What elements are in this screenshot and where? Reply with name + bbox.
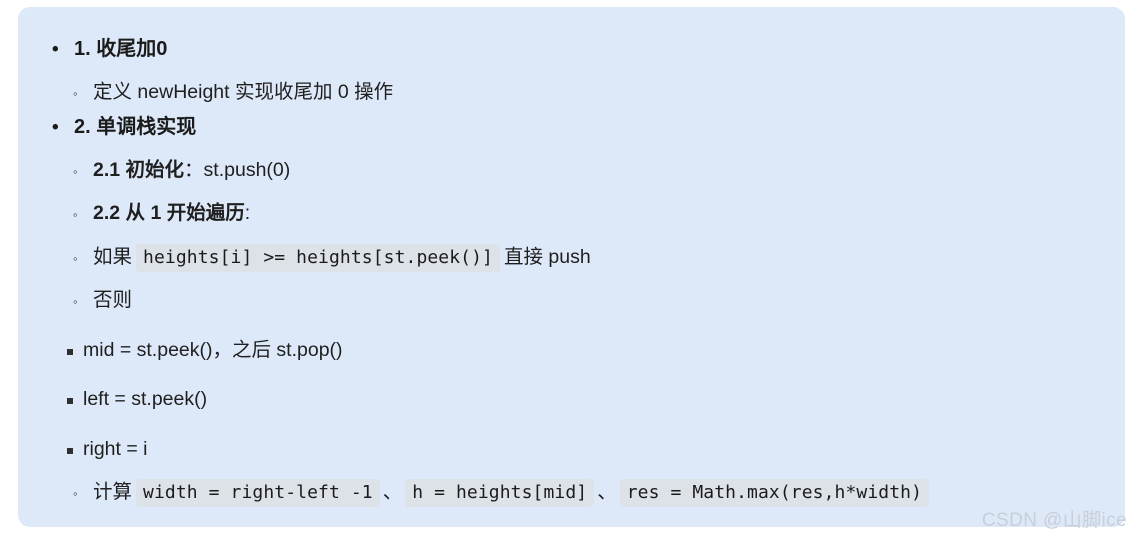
outline-step-2-2: ◦ 2.2 从 1 开始遍历: <box>73 202 1125 224</box>
outline-else-child-1: mid = st.peek()，之后 st.pop() <box>65 338 1125 361</box>
outline-item-1-sub-1-text: 定义 newHeight 实现收尾加 0 操作 <box>93 81 394 103</box>
outline-step-else: ◦ 否则 <box>73 289 1125 311</box>
outline-else-child-3-text: right = i <box>83 437 148 460</box>
outline-else-child-2: left = st.peek() <box>65 388 1125 410</box>
outline-item-1: • 1. 收尾加0 <box>52 38 1125 60</box>
circle-bullet-icon: ◦ <box>73 207 78 222</box>
outline-else-child-1-text: mid = st.peek()，之后 st.pop() <box>83 338 343 361</box>
square-bullet-icon <box>67 398 73 404</box>
circle-bullet-icon: ◦ <box>73 486 78 501</box>
code-chip-result: res = Math.max(res,h*width) <box>619 479 930 507</box>
outline-step-if: ◦ 如果 heights[i] >= heights[st.peek()] 直接 p… <box>73 243 1125 272</box>
code-chip-height: h = heights[mid] <box>405 479 595 507</box>
outline-step-2-1-label: 2.1 初始化 <box>93 158 185 181</box>
circle-bullet-icon: ◦ <box>73 163 78 179</box>
disc-bullet-icon: • <box>52 39 59 60</box>
outline-item-2-title: 2. 单调栈实现 <box>74 115 197 138</box>
outline-item-1-title: 1. 收尾加0 <box>74 38 168 60</box>
circle-bullet-icon: ◦ <box>73 294 78 309</box>
outline-item-2: • 2. 单调栈实现 <box>52 115 1125 138</box>
outline-step-calc: ◦ 计算 width = right-left -1、 h = heights[mi… <box>73 479 1125 507</box>
circle-bullet-icon: ◦ <box>73 86 78 101</box>
code-separator-1: 、 <box>382 481 403 503</box>
code-separator-2: 、 <box>597 481 617 503</box>
outline-list-level3: mid = st.peek()，之后 st.pop() left = st.pe… <box>18 338 1125 460</box>
outline-step-if-prefix: 如果 <box>93 245 133 268</box>
outline-step-2-2-label: 2.2 从 1 开始遍历 <box>93 202 245 224</box>
disc-bullet-icon: • <box>52 116 59 138</box>
outline-list-level1: • 1. 收尾加0 ◦ 定义 newHeight 实现收尾加 0 操作 • 2.… <box>18 38 1125 507</box>
outline-item-1-sub-1: ◦ 定义 newHeight 实现收尾加 0 操作 <box>73 81 1125 103</box>
outline-step-2-1-colon: ： <box>184 158 204 181</box>
square-bullet-icon <box>67 447 73 454</box>
outline-step-else-text: 否则 <box>93 289 133 311</box>
code-chip-condition: heights[i] >= heights[st.peek()] <box>136 243 500 272</box>
outline-step-if-suffix: 直接 push <box>504 245 591 268</box>
outline-list-level2-a: ◦ 定义 newHeight 实现收尾加 0 操作 <box>18 81 1125 103</box>
outline-callout-panel: • 1. 收尾加0 ◦ 定义 newHeight 实现收尾加 0 操作 • 2.… <box>18 7 1125 527</box>
outline-else-child-2-text: left = st.peek() <box>83 388 208 410</box>
outline-else-child-3: right = i <box>65 437 1125 460</box>
square-bullet-icon <box>67 348 73 355</box>
outline-step-2-1-value: st.push(0) <box>203 158 291 181</box>
circle-bullet-icon: ◦ <box>73 250 78 266</box>
code-chip-width: width = right-left -1 <box>136 479 380 507</box>
outline-step-calc-prefix: 计算 <box>93 481 133 503</box>
page-root: • 1. 收尾加0 ◦ 定义 newHeight 实现收尾加 0 操作 • 2.… <box>0 0 1143 536</box>
outline-step-2-1: ◦ 2.1 初始化：st.push(0) <box>73 158 1125 181</box>
outline-list-level2-b: ◦ 2.1 初始化：st.push(0) ◦ 2.2 从 1 开始遍历: ◦ 如… <box>18 158 1125 507</box>
outline-step-2-2-colon: : <box>244 202 251 224</box>
